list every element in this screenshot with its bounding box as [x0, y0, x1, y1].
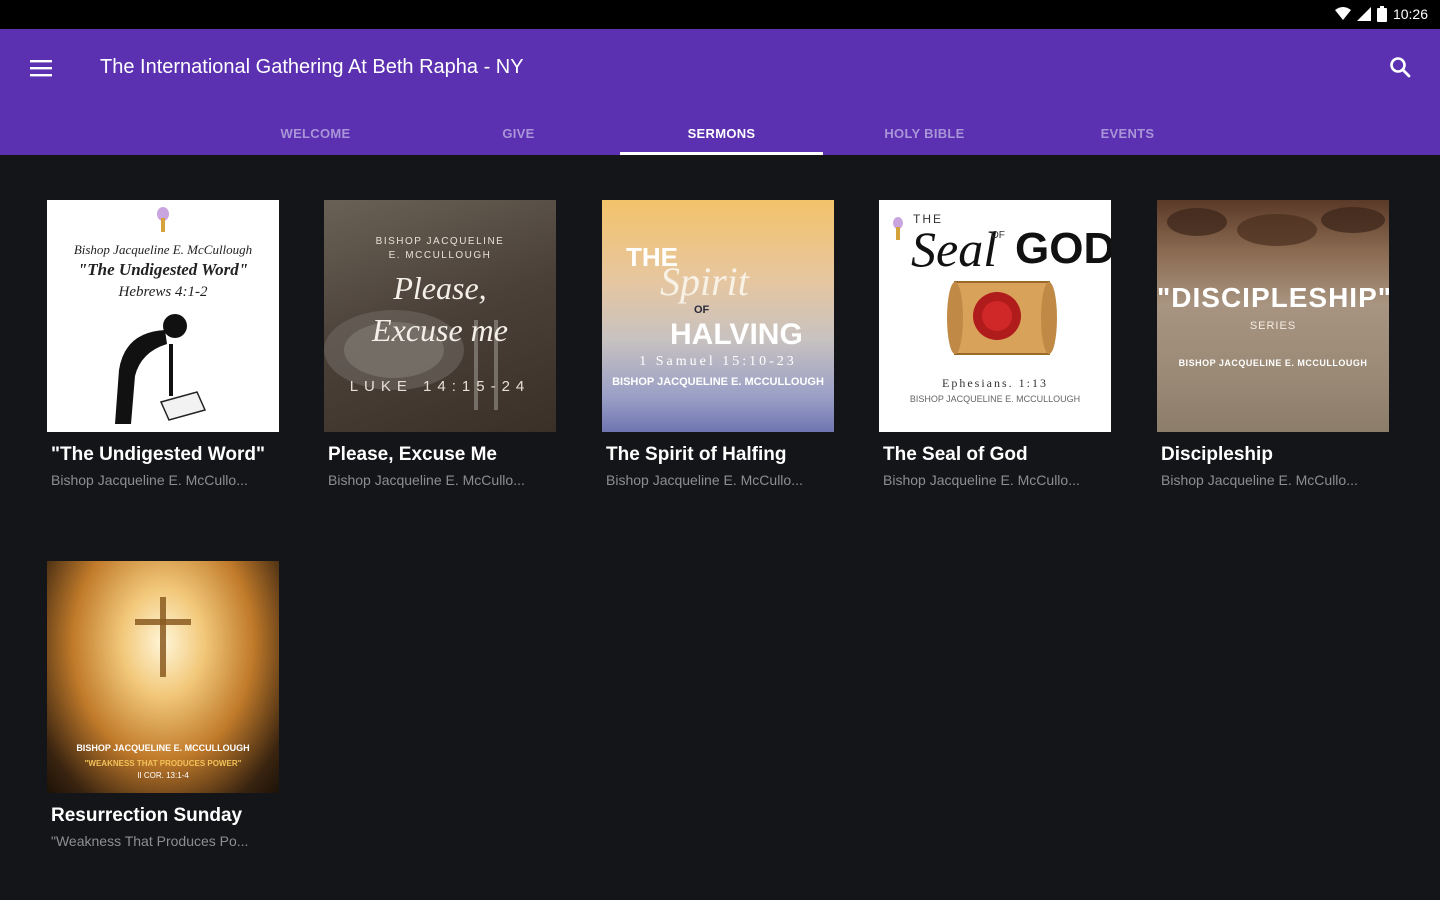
tab-holy-bible[interactable]: HOLY BIBLE	[823, 111, 1026, 155]
status-bar: 10:26	[0, 0, 1440, 29]
art-author: BISHOP JACQUELINE E. MCCULLOUGH	[612, 376, 824, 388]
art-title-line2: Excuse me	[372, 312, 508, 348]
bowing-figure-icon	[115, 314, 207, 424]
sermon-artwork: Bishop Jacqueline E. McCullough "The Und…	[47, 200, 279, 432]
sermon-artwork: BISHOP JACQUELINE E. MCCULLOUGH "WEAKNES…	[47, 561, 279, 793]
sermon-artwork: THE Seal OF GOD Ephesians. 1:13 BISHOP J…	[879, 200, 1111, 432]
art-god: GOD	[1015, 224, 1111, 273]
sermon-card-resurrection-sunday[interactable]: BISHOP JACQUELINE E. MCCULLOUGH "WEAKNES…	[47, 561, 279, 849]
wifi-icon	[1334, 7, 1351, 20]
scroll-seal-icon	[947, 281, 1057, 355]
sermon-title: "The Undigested Word"	[51, 444, 266, 465]
art-spirit: Spirit	[660, 259, 749, 304]
art-title: "The Undigested Word"	[77, 260, 249, 279]
art-verse: 1 Samuel 15:10-23	[639, 354, 797, 369]
menu-button[interactable]	[26, 53, 56, 83]
menu-icon	[30, 60, 52, 77]
sermon-title: Discipleship	[1161, 444, 1273, 465]
art-verse: Hebrews 4:1-2	[118, 284, 208, 300]
app-title: The International Gathering At Beth Raph…	[100, 56, 524, 78]
sermon-artwork: BISHOP JACQUELINE E. MCCULLOUGH Please, …	[324, 200, 556, 432]
art-verse: LUKE 14:15-24	[349, 378, 531, 395]
battery-icon	[1376, 6, 1387, 22]
art-author: BISHOP JACQUELINE E. MCCULLOUGH	[1178, 358, 1368, 368]
art-theme: "WEAKNESS THAT PRODUCES POWER"	[84, 759, 242, 768]
art-of: OF	[694, 304, 710, 316]
tab-bar: WELCOME GIVE SERMONS HOLY BIBLE EVENTS	[214, 111, 1229, 155]
tab-welcome[interactable]: WELCOME	[214, 111, 417, 155]
sermon-card-seal-of-god[interactable]: THE Seal OF GOD Ephesians. 1:13 BISHOP J…	[879, 200, 1111, 488]
sermon-card-undigested-word[interactable]: Bishop Jacqueline E. McCullough "The Und…	[47, 200, 279, 488]
sermon-title: The Seal of God	[883, 444, 1028, 465]
art-verse: II COR. 13:1-4	[137, 771, 189, 780]
search-button[interactable]	[1384, 51, 1416, 83]
art-of: OF	[991, 230, 1005, 241]
sermon-title: Please, Excuse Me	[328, 444, 497, 465]
sermon-subtitle: Bishop Jacqueline E. McCullo...	[883, 472, 1080, 488]
sermon-title: Resurrection Sunday	[51, 805, 243, 826]
art-author: BISHOP JACQUELINE E. MCCULLOUGH	[909, 394, 1081, 404]
app-bar: The International Gathering At Beth Raph…	[0, 29, 1440, 155]
sermon-subtitle: Bishop Jacqueline E. McCullo...	[606, 472, 803, 488]
art-author: Bishop Jacqueline E. McCullough	[73, 242, 253, 257]
sermon-subtitle: Bishop Jacqueline E. McCullo...	[328, 472, 525, 488]
art-author-line2: E. MCCULLOUGH	[388, 250, 492, 261]
status-time: 10:26	[1392, 6, 1428, 22]
tab-sermons[interactable]: SERMONS	[620, 111, 823, 155]
sermon-subtitle: Bishop Jacqueline E. McCullo...	[1161, 472, 1358, 488]
sermon-artwork: THE Spirit OF HALVING 1 Samuel 15:10-23 …	[602, 200, 834, 432]
sermon-card-spirit-of-halfing[interactable]: THE Spirit OF HALVING 1 Samuel 15:10-23 …	[602, 200, 834, 488]
art-halving: HALVING	[670, 318, 803, 351]
art-title: "DISCIPLESHIP"	[1157, 282, 1389, 313]
sermon-title: The Spirit of Halfing	[606, 444, 787, 465]
tab-events[interactable]: EVENTS	[1026, 111, 1229, 155]
art-author: BISHOP JACQUELINE E. MCCULLOUGH	[76, 743, 250, 753]
sermon-card-discipleship[interactable]: "DISCIPLESHIP" SERIES BISHOP JACQUELINE …	[1157, 200, 1389, 488]
search-icon	[1390, 57, 1411, 78]
church-logo-icon	[157, 207, 169, 232]
art-series: SERIES	[1249, 320, 1297, 332]
status-icons: 10:26	[1334, 6, 1428, 22]
church-logo-icon	[893, 217, 903, 240]
art-author-line1: BISHOP JACQUELINE	[375, 236, 505, 247]
art-seal: Seal	[911, 221, 998, 277]
art-title-line1: Please,	[393, 270, 487, 306]
sermon-artwork: "DISCIPLESHIP" SERIES BISHOP JACQUELINE …	[1157, 200, 1389, 432]
tab-give[interactable]: GIVE	[417, 111, 620, 155]
cross-icon	[135, 597, 191, 677]
sermon-subtitle: Bishop Jacqueline E. McCullo...	[51, 472, 248, 488]
sermon-card-please-excuse-me[interactable]: BISHOP JACQUELINE E. MCCULLOUGH Please, …	[324, 200, 556, 488]
footprints-icon	[1167, 207, 1385, 246]
signal-icon	[1356, 7, 1371, 21]
sermon-subtitle: "Weakness That Produces Po...	[51, 833, 249, 849]
art-verse: Ephesians. 1:13	[942, 376, 1048, 390]
